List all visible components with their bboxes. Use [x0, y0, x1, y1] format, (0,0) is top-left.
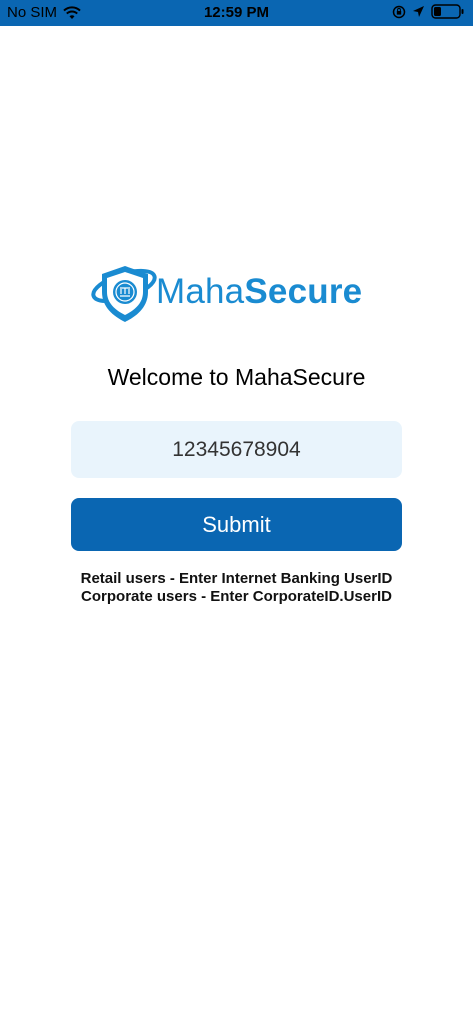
- logo-wordmark: MahaSecure: [156, 272, 362, 312]
- corporate-users-hint: Corporate users - Enter CorporateID.User…: [81, 588, 392, 605]
- user-id-input[interactable]: [71, 421, 402, 478]
- submit-button[interactable]: Submit: [71, 498, 402, 551]
- retail-users-hint: Retail users - Enter Internet Banking Us…: [80, 570, 393, 587]
- location-arrow-icon: [412, 5, 425, 18]
- shield-logo-icon: [90, 258, 160, 328]
- orientation-lock-icon: [392, 5, 406, 19]
- battery-icon: [431, 4, 465, 19]
- mahasecure-logo: MahaSecure: [90, 258, 390, 328]
- status-right: [392, 4, 465, 19]
- logo-text-bold: Secure: [244, 272, 363, 311]
- status-bar: No SIM 12:59 PM: [0, 0, 473, 26]
- welcome-heading: Welcome to MahaSecure: [107, 364, 366, 390]
- logo-text-light: Maha: [156, 272, 245, 311]
